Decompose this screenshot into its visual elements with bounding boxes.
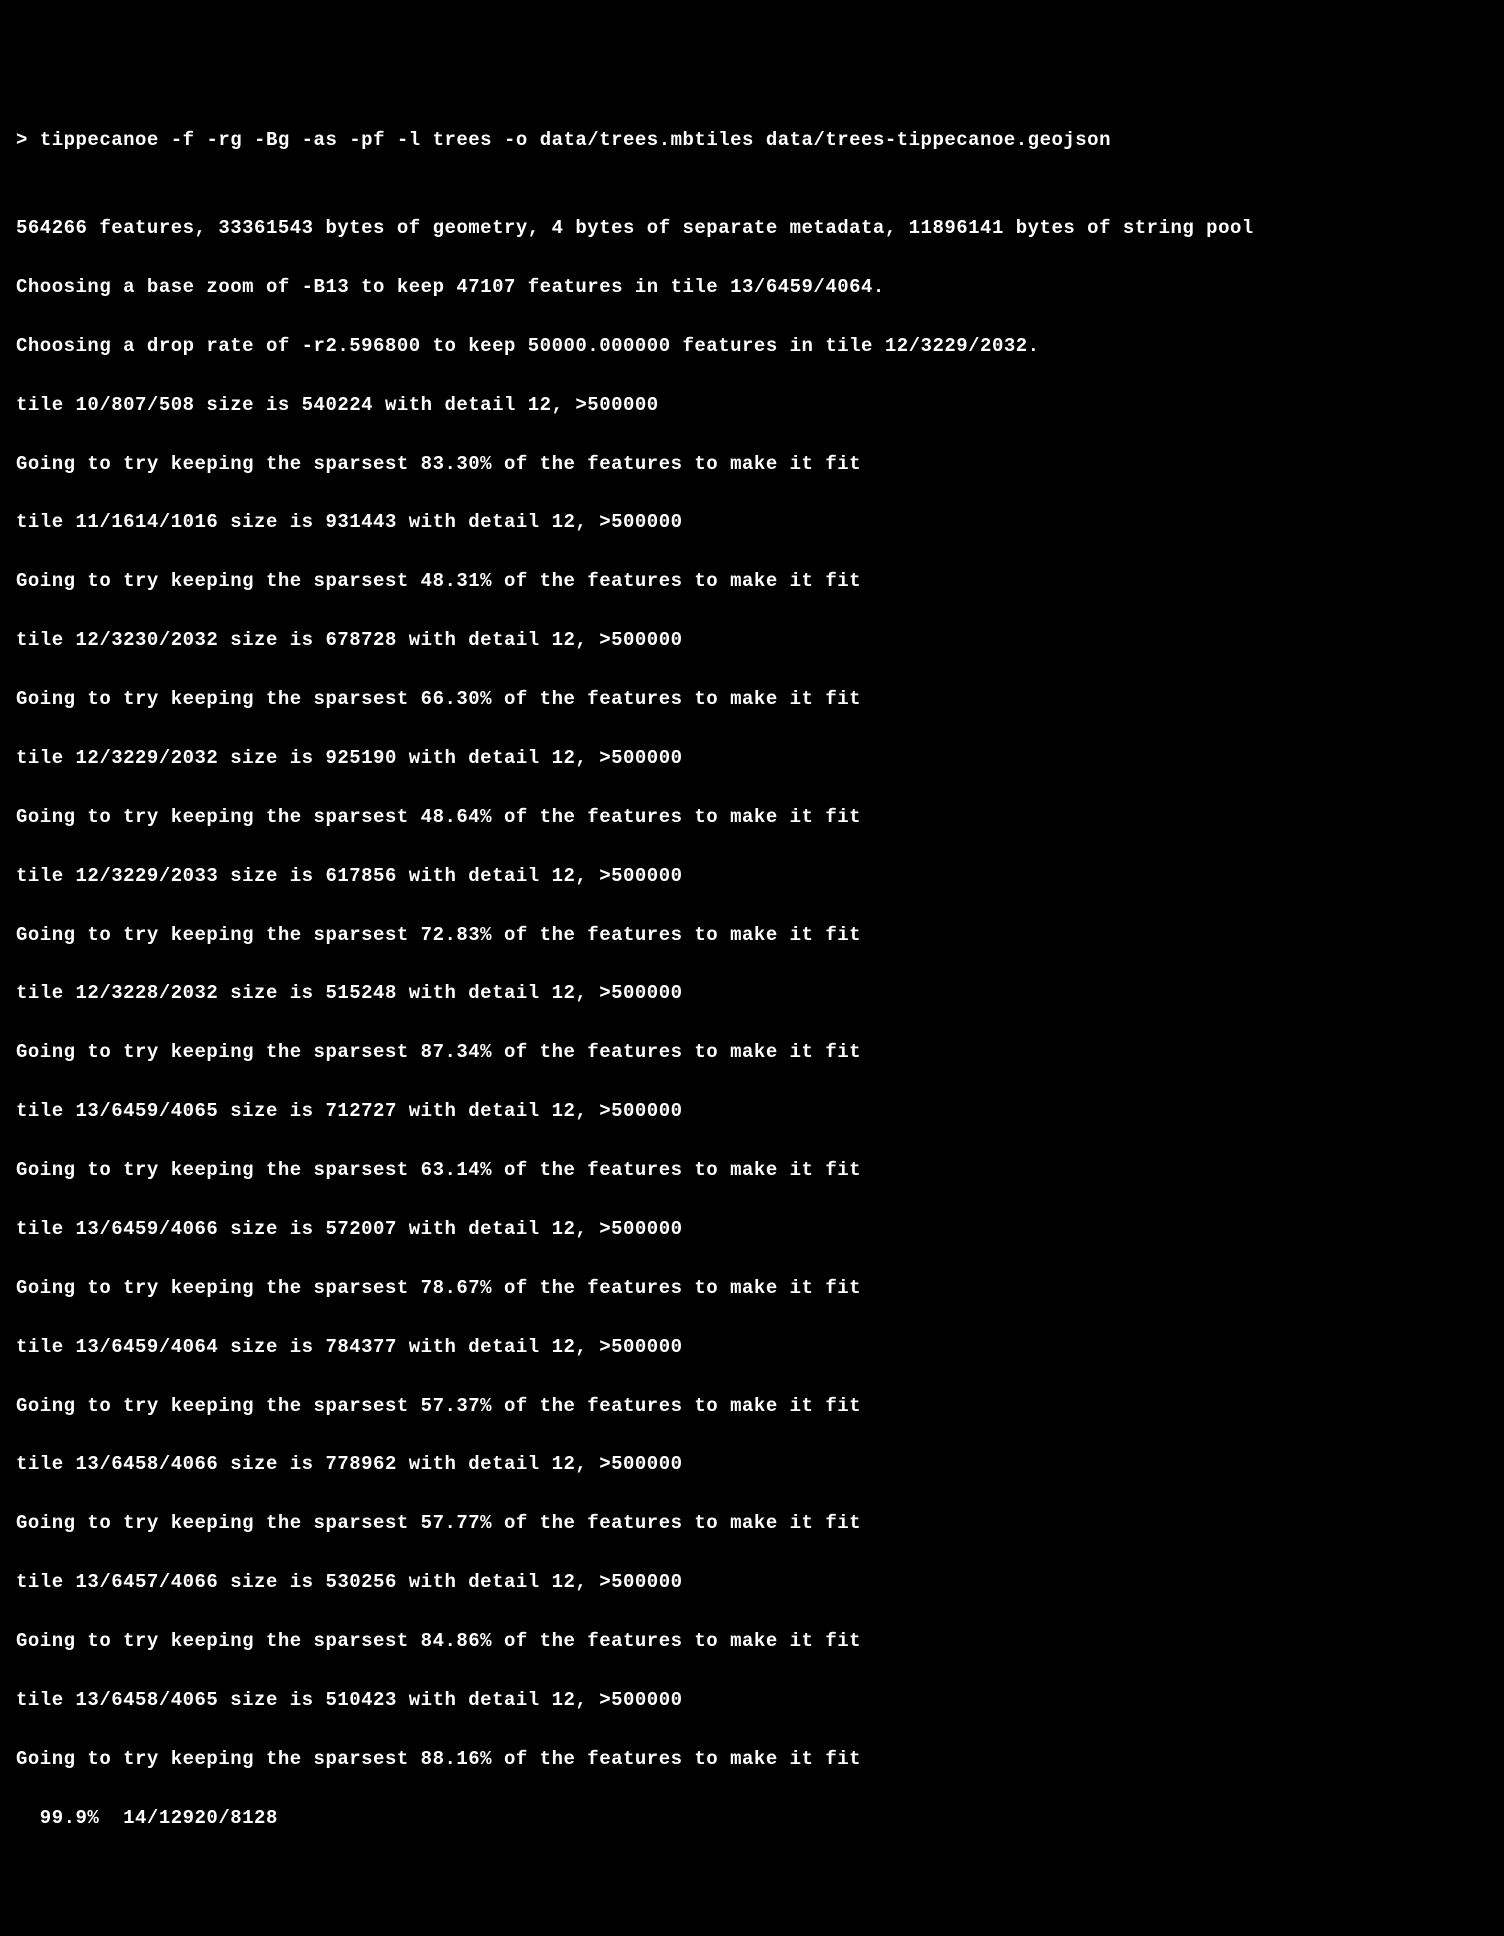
command-line[interactable]: > tippecanoe -f -rg -Bg -as -pf -l trees… <box>16 126 1488 155</box>
output-line: Going to try keeping the sparsest 84.86%… <box>16 1627 1488 1656</box>
output-line: Going to try keeping the sparsest 72.83%… <box>16 921 1488 950</box>
output-line: tile 13/6459/4065 size is 712727 with de… <box>16 1097 1488 1126</box>
output-line: tile 12/3228/2032 size is 515248 with de… <box>16 979 1488 1008</box>
output-line: tile 13/6459/4066 size is 572007 with de… <box>16 1215 1488 1244</box>
progress-line: 99.9% 14/12920/8128 <box>16 1804 1488 1833</box>
summary-line: 564266 features, 33361543 bytes of geome… <box>16 214 1488 243</box>
command-text: tippecanoe -f -rg -Bg -as -pf -l trees -… <box>40 129 1111 151</box>
output-line: Going to try keeping the sparsest 66.30%… <box>16 685 1488 714</box>
drop-rate-line: Choosing a drop rate of -r2.596800 to ke… <box>16 332 1488 361</box>
output-line: Going to try keeping the sparsest 57.77%… <box>16 1509 1488 1538</box>
output-line: tile 13/6458/4065 size is 510423 with de… <box>16 1686 1488 1715</box>
output-line: Going to try keeping the sparsest 88.16%… <box>16 1745 1488 1774</box>
output-line: tile 13/6459/4064 size is 784377 with de… <box>16 1333 1488 1362</box>
output-line: Going to try keeping the sparsest 57.37%… <box>16 1392 1488 1421</box>
base-zoom-line: Choosing a base zoom of -B13 to keep 471… <box>16 273 1488 302</box>
output-line: tile 13/6458/4066 size is 778962 with de… <box>16 1450 1488 1479</box>
output-line: Going to try keeping the sparsest 48.31%… <box>16 567 1488 596</box>
output-line: tile 12/3230/2032 size is 678728 with de… <box>16 626 1488 655</box>
output-line: Going to try keeping the sparsest 63.14%… <box>16 1156 1488 1185</box>
output-line: tile 12/3229/2032 size is 925190 with de… <box>16 744 1488 773</box>
output-line: Going to try keeping the sparsest 78.67%… <box>16 1274 1488 1303</box>
output-line: tile 10/807/508 size is 540224 with deta… <box>16 391 1488 420</box>
output-line: tile 11/1614/1016 size is 931443 with de… <box>16 508 1488 537</box>
output-line: Going to try keeping the sparsest 87.34%… <box>16 1038 1488 1067</box>
output-line: Going to try keeping the sparsest 48.64%… <box>16 803 1488 832</box>
prompt: > <box>16 129 40 151</box>
output-line: Going to try keeping the sparsest 83.30%… <box>16 450 1488 479</box>
output-line: tile 12/3229/2033 size is 617856 with de… <box>16 862 1488 891</box>
output-line: tile 13/6457/4066 size is 530256 with de… <box>16 1568 1488 1597</box>
